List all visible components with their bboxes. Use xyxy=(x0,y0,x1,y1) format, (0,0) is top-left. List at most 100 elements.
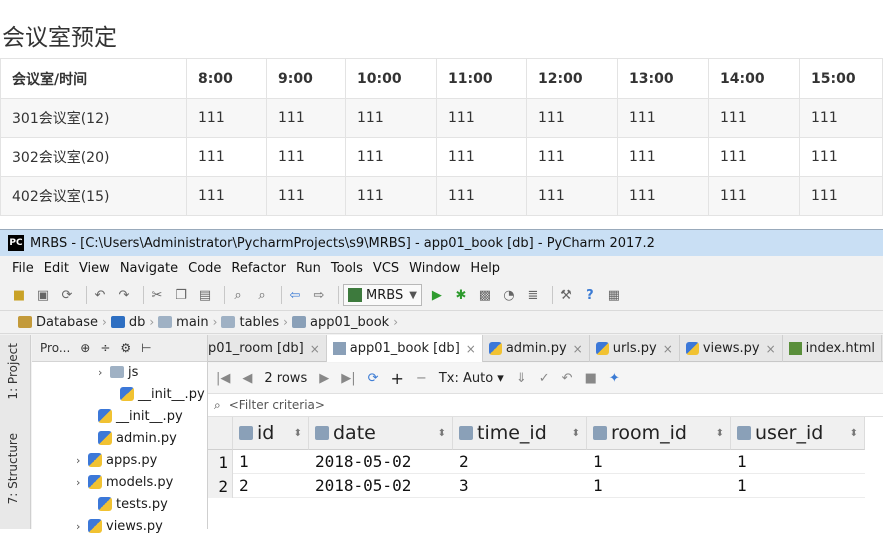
booking-cell[interactable]: 111 xyxy=(526,176,618,216)
booking-cell[interactable]: 111 xyxy=(436,176,527,216)
booking-cell[interactable]: 111 xyxy=(345,176,437,216)
collapse-icon[interactable]: ÷ xyxy=(100,341,110,355)
menu-view[interactable]: View xyxy=(79,261,110,276)
redo-icon[interactable]: ↷ xyxy=(115,286,133,304)
breadcrumb-item[interactable]: main › xyxy=(158,315,217,330)
booking-cell[interactable]: 111 xyxy=(266,137,346,177)
help-icon[interactable]: ? xyxy=(581,286,599,304)
menu-refactor[interactable]: Refactor xyxy=(231,261,286,276)
chevron-right-icon[interactable]: › xyxy=(76,476,88,489)
booking-cell[interactable]: 111 xyxy=(266,98,346,138)
menu-edit[interactable]: Edit xyxy=(44,261,69,276)
table-cell[interactable]: 1 xyxy=(233,450,309,474)
tree-item[interactable]: › js xyxy=(98,361,138,383)
breadcrumb-item[interactable]: tables › xyxy=(221,315,288,330)
table-cell[interactable]: 2 xyxy=(233,474,309,498)
row-number[interactable]: 1 xyxy=(208,450,233,474)
sync-icon[interactable]: ⟳ xyxy=(58,286,76,304)
editor-tab[interactable]: p01_room [db] × xyxy=(208,335,327,362)
table-cell[interactable]: 2018-05-02 xyxy=(309,474,453,498)
gear-icon[interactable]: ⚙ xyxy=(120,341,131,355)
booking-cell[interactable]: 111 xyxy=(708,137,800,177)
menu-run[interactable]: Run xyxy=(296,261,321,276)
title-bar[interactable]: PC MRBS - [C:\Users\Administrator\Pychar… xyxy=(0,229,883,256)
close-icon[interactable]: × xyxy=(663,342,673,356)
booking-cell[interactable]: 111 xyxy=(345,137,437,177)
tasks-icon[interactable]: ≣ xyxy=(524,286,542,304)
back-icon[interactable]: ⇦ xyxy=(286,286,304,304)
close-icon[interactable]: × xyxy=(466,342,476,356)
booking-cell[interactable]: 111 xyxy=(526,98,618,138)
sort-icon[interactable]: ⬍ xyxy=(294,428,302,439)
booking-cell[interactable]: 111 xyxy=(799,176,883,216)
find-icon[interactable]: ⌕ xyxy=(229,286,247,304)
open-folder-icon[interactable]: ■ xyxy=(10,286,28,304)
submit-icon[interactable]: ✓ xyxy=(539,371,550,386)
booking-cell[interactable]: 111 xyxy=(186,137,267,177)
editor-tab-active[interactable]: app01_book [db] × xyxy=(326,335,483,362)
next-page-icon[interactable]: ▶ xyxy=(319,371,329,386)
project-view-select[interactable]: Pro... xyxy=(40,341,70,355)
booking-cell[interactable]: 111 xyxy=(186,98,267,138)
booking-cell[interactable]: 111 xyxy=(617,137,709,177)
tree-item[interactable]: › apps.py xyxy=(76,449,157,471)
project-tool-tab[interactable]: 1: Project xyxy=(6,343,20,400)
booking-cell[interactable]: 111 xyxy=(186,176,267,216)
booking-cell[interactable]: 111 xyxy=(526,137,618,177)
filter-input[interactable]: <Filter criteria> xyxy=(229,398,325,412)
tree-item[interactable]: admin.py xyxy=(98,427,177,449)
editor-tab[interactable]: views.py × xyxy=(680,335,783,362)
last-page-icon[interactable]: ▶| xyxy=(341,371,355,386)
menu-file[interactable]: File xyxy=(12,261,34,276)
table-cell[interactable]: 1 xyxy=(587,450,731,474)
previous-page-icon[interactable]: ◀ xyxy=(242,371,252,386)
menu-navigate[interactable]: Navigate xyxy=(120,261,178,276)
breadcrumb-item[interactable]: Database › xyxy=(18,315,107,330)
booking-cell[interactable]: 111 xyxy=(345,98,437,138)
target-icon[interactable]: ⊕ xyxy=(80,341,90,355)
column-header-user-id[interactable]: user_id ⬍ xyxy=(731,417,865,450)
pin-icon[interactable]: ✦ xyxy=(609,371,620,386)
run-icon[interactable]: ▶ xyxy=(428,286,446,304)
sort-icon[interactable]: ⬍ xyxy=(850,428,858,439)
transaction-mode-select[interactable]: Tx: Auto ▾ xyxy=(439,371,504,386)
table-cell[interactable]: 2018-05-02 xyxy=(309,450,453,474)
table-cell[interactable]: 1 xyxy=(731,474,865,498)
table-cell[interactable]: 1 xyxy=(587,474,731,498)
cut-icon[interactable]: ✂ xyxy=(148,286,166,304)
booking-cell[interactable]: 111 xyxy=(266,176,346,216)
run-configuration-select[interactable]: MRBS ▼ xyxy=(343,284,422,306)
booking-cell[interactable]: 111 xyxy=(617,98,709,138)
stop-icon[interactable]: ■ xyxy=(585,371,597,386)
debug-icon[interactable]: ✱ xyxy=(452,286,470,304)
booking-cell[interactable]: 111 xyxy=(436,98,527,138)
booking-cell[interactable]: 111 xyxy=(799,137,883,177)
booking-cell[interactable]: 111 xyxy=(436,137,527,177)
column-header-time-id[interactable]: time_id ⬍ xyxy=(453,417,587,450)
add-row-icon[interactable]: + xyxy=(391,369,404,388)
filter-bar[interactable]: ⌕ <Filter criteria> xyxy=(208,393,883,417)
tree-item[interactable]: › views.py xyxy=(76,515,163,537)
tree-item[interactable]: › models.py xyxy=(76,471,173,493)
undo-icon[interactable]: ↶ xyxy=(91,286,109,304)
row-number[interactable]: 2 xyxy=(208,474,233,498)
hide-icon[interactable]: ⊢ xyxy=(141,341,151,355)
menu-tools[interactable]: Tools xyxy=(331,261,363,276)
chevron-right-icon[interactable]: › xyxy=(98,366,110,379)
first-page-icon[interactable]: |◀ xyxy=(216,371,230,386)
breadcrumb-item[interactable]: db › xyxy=(110,315,154,330)
column-header-id[interactable]: id ⬍ xyxy=(233,417,309,450)
coverage-icon[interactable]: ▩ xyxy=(476,286,494,304)
table-cell[interactable]: 2 xyxy=(453,450,587,474)
copy-icon[interactable]: ❐ xyxy=(172,286,190,304)
tree-item[interactable]: __init__.py xyxy=(98,405,183,427)
editor-tab[interactable]: index.html xyxy=(783,335,882,362)
revert-icon[interactable]: ↶ xyxy=(562,371,573,386)
forward-icon[interactable]: ⇨ xyxy=(310,286,328,304)
column-header-date[interactable]: date ⬍ xyxy=(309,417,453,450)
sort-icon[interactable]: ⬍ xyxy=(716,428,724,439)
close-icon[interactable]: × xyxy=(766,342,776,356)
table-cell[interactable]: 1 xyxy=(731,450,865,474)
table-cell[interactable]: 3 xyxy=(453,474,587,498)
refresh-icon[interactable]: ⟳ xyxy=(368,371,379,386)
